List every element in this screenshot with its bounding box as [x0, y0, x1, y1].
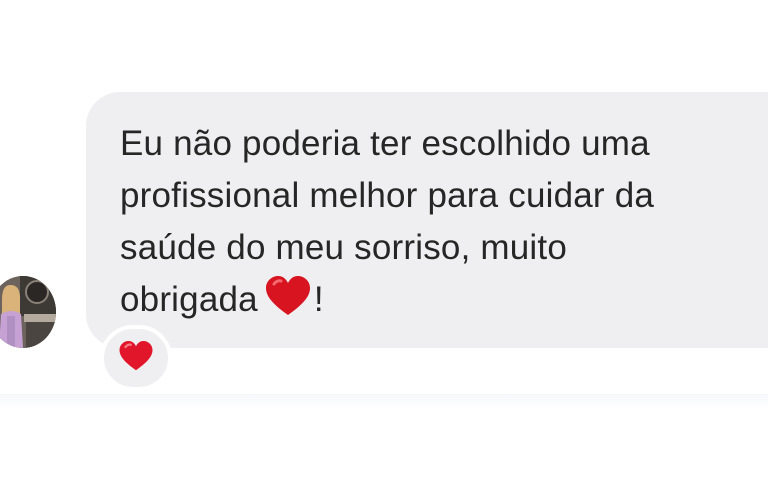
conversation-view: Eu não poderia ter escolhido uma profiss… [0, 0, 768, 488]
avatar[interactable] [0, 276, 56, 348]
message-bubble[interactable]: Eu não poderia ter escolhido uma profiss… [86, 92, 768, 348]
message-line: Eu não poderia ter escolhido uma [120, 124, 650, 163]
message-exclamation: ! [313, 280, 324, 319]
avatar-photo [0, 276, 56, 348]
divider [0, 394, 768, 410]
reaction-badge[interactable] [100, 325, 172, 391]
message-line-last: obrigada! [120, 274, 768, 332]
red-heart-icon [264, 275, 312, 332]
message-text: obrigada [120, 280, 258, 319]
message-line: profissional melhor para cuidar da [120, 176, 655, 215]
message-line: saúde do meu sorriso, muito [120, 228, 568, 267]
red-heart-icon [118, 340, 154, 377]
